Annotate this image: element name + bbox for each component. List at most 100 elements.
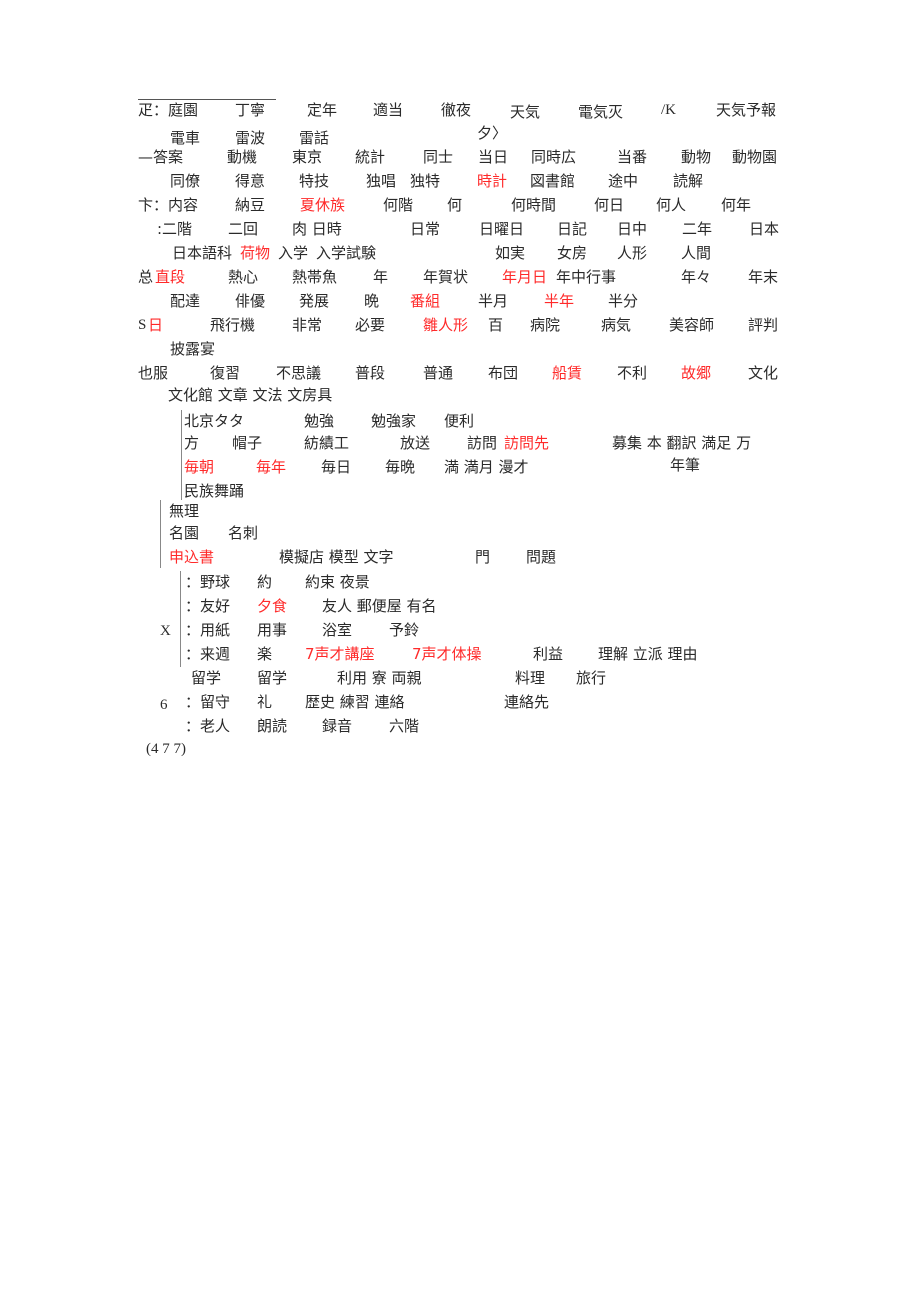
vocab-word: 必要	[355, 316, 386, 334]
vocab-word: 日本語科	[172, 244, 233, 262]
vocab-word: 雷波	[235, 129, 266, 147]
vocab-word: 夕〉	[477, 124, 508, 142]
vocab-word: 約束 夜景	[305, 573, 370, 591]
vocab-word: 留学	[257, 669, 288, 687]
vocab-word: 年末	[748, 268, 779, 286]
vocab-word: 訪問	[467, 434, 498, 452]
vocab-word: 朗読	[257, 717, 288, 735]
vocab-word: 方	[184, 434, 200, 452]
vocab-word: S	[138, 317, 147, 333]
vocab-word: 浴室	[322, 621, 353, 639]
vocab-word: 普段	[355, 364, 386, 382]
vocab-word: 同士	[423, 148, 454, 166]
highlighted-vocab-word: 訪問先	[504, 434, 550, 452]
vocab-word: 晩	[364, 292, 380, 310]
vocab-word: 同時広	[531, 148, 577, 166]
highlighted-vocab-word: 7声才体操	[412, 645, 482, 663]
vocab-word: 文化	[748, 364, 779, 382]
vocab-word: 募集 本 翻訳 満足 万	[612, 434, 752, 452]
vocab-word: 飛行機	[210, 316, 256, 334]
vocab-word: 熱帯魚	[292, 268, 338, 286]
vocab-word: 予鈴	[389, 621, 420, 639]
vocab-word: 放送	[400, 434, 431, 452]
vocab-word: 卞：内容	[138, 196, 199, 214]
highlighted-vocab-word: 7声才講座	[305, 645, 375, 663]
vocab-word: 歴史 練習 連絡	[305, 693, 405, 711]
vocab-word: 録音	[322, 717, 353, 735]
vocab-word: 電気灭	[578, 103, 624, 121]
vocab-word: 料理	[515, 669, 546, 687]
highlighted-vocab-word: 故郷	[681, 364, 712, 382]
vocab-word: 友人 郵便屋 有名	[322, 597, 437, 615]
vocab-word: 勉強	[304, 412, 335, 430]
vocab-word: 天気予報	[716, 101, 777, 119]
vocab-word: 日常	[410, 220, 441, 238]
highlighted-vocab-word: 年月日	[502, 268, 548, 286]
vocab-word: 満 満月 漫才	[444, 458, 529, 476]
highlighted-vocab-word: 番組	[410, 292, 441, 310]
vocab-word: 約	[257, 573, 273, 591]
vocab-word: 北京タタ	[184, 412, 245, 430]
vocab-word: 統計	[355, 148, 386, 166]
vocab-word: 年	[373, 268, 389, 286]
vocab-word: 紡績工	[304, 434, 350, 452]
vocab-word: 東京	[292, 148, 323, 166]
vocab-word: 熱心	[228, 268, 259, 286]
vocab-word: 復習	[210, 364, 241, 382]
top-rule	[138, 99, 276, 100]
vocab-word: ：老人	[185, 717, 231, 735]
vocab-word: 利益	[533, 645, 564, 663]
vocab-word: 帽子	[232, 434, 263, 452]
vocab-word: 文化館 文章 文法 文房具	[168, 386, 333, 404]
vocab-word: 礼	[257, 693, 273, 711]
vocab-word: 六階	[389, 717, 420, 735]
vocab-word: 名園	[169, 524, 200, 542]
vocab-word: 百	[488, 316, 504, 334]
vocab-word: 問題	[526, 548, 557, 566]
vocab-word: 理解 立派 理由	[598, 645, 698, 663]
vocab-word: 年々	[681, 268, 712, 286]
vocab-word: ：留守	[185, 693, 231, 711]
vocab-word: 動物園	[732, 148, 778, 166]
vocab-word: 日中	[617, 220, 648, 238]
highlighted-vocab-word: 毎朝	[184, 458, 215, 476]
vocab-word: 模擬店 模型 文字	[279, 548, 394, 566]
vocab-word: 同僚	[170, 172, 201, 190]
vocab-word: 何時間	[511, 196, 557, 214]
vocab-word: 動物	[681, 148, 712, 166]
vocab-word: 定年	[307, 101, 338, 119]
vocab-word: 非常	[292, 316, 323, 334]
vocab-word: 俳優	[235, 292, 266, 310]
vocab-word: 日記	[557, 220, 588, 238]
highlighted-vocab-word: 時計	[477, 172, 508, 190]
vocab-word: 何人	[656, 196, 687, 214]
highlighted-vocab-word: 雛人形	[423, 316, 469, 334]
vocab-word: 披露宴	[170, 340, 216, 358]
vocab-word: 得意	[235, 172, 266, 190]
vocab-word: 毎日	[321, 458, 352, 476]
vocab-word: 特技	[299, 172, 330, 190]
highlighted-vocab-word: 申込書	[169, 548, 215, 566]
highlighted-vocab-word: 船賃	[552, 364, 583, 382]
vocab-word: 評判	[748, 316, 779, 334]
vocab-word: 用事	[257, 621, 288, 639]
vocab-word: 不利	[617, 364, 648, 382]
vocab-word: 納豆	[235, 196, 266, 214]
vocab-word: 当日	[478, 148, 509, 166]
vocab-word: 日曜日	[479, 220, 525, 238]
vocab-word: 何	[447, 196, 463, 214]
vocab-word: 途中	[608, 172, 639, 190]
vocab-word: 何年	[721, 196, 752, 214]
vocab-word: 人間	[681, 244, 712, 262]
vocab-word: 天気	[510, 103, 541, 121]
vocab-word: ：野球	[185, 573, 231, 591]
vocab-word: 何日	[594, 196, 625, 214]
document-page: 疋：庭園 丁寧 定年 適当 徹夜 天気 電気灭/K 天気予報 電車 雷波 雷話 夕〉 —答案 動機 東京 統計…	[0, 0, 920, 1302]
vocab-word: 配達	[170, 292, 201, 310]
vocab-word: 半月	[478, 292, 509, 310]
vocab-word: 電車	[170, 129, 201, 147]
bracket-line-2	[160, 500, 161, 568]
highlighted-vocab-word: 日	[148, 316, 164, 334]
vocab-word: 門	[475, 548, 491, 566]
vocab-word: 毎晩	[385, 458, 416, 476]
